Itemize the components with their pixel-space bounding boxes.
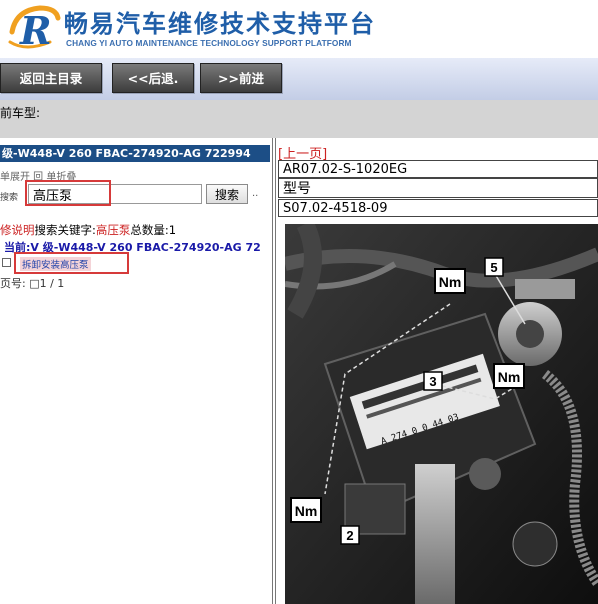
svg-text:Nm: Nm [439,274,462,290]
result-prefix: 修说明 [0,223,35,237]
site-subtitle: CHANG YI AUTO MAINTENANCE TECHNOLOGY SUP… [66,38,352,48]
result-keyword-label: 搜索关键字: [34,223,96,237]
home-button[interactable]: 返回主目录 [0,63,102,93]
result-count-label: 总数量: [130,223,169,237]
page-info: 页号: □1 / 1 [0,277,65,290]
svg-text:5: 5 [490,260,497,275]
logo-letter: R [19,8,52,53]
logo-icon: R [8,5,61,53]
model-label: 型号 [278,178,598,198]
search-button[interactable]: 搜索 [206,184,248,204]
search-label: 搜索 [0,193,19,203]
forward-button[interactable]: >>前进 [200,63,282,93]
svg-text:2: 2 [346,528,353,543]
back-button[interactable]: <<后退. [112,63,194,93]
callout-2: 2 [340,525,360,545]
site-title: 畅易汽车维修技术支持平台 [64,10,376,38]
result-highlight-box [14,252,129,274]
model-header: 级-W448-V 260 FBAC-274920-AG 722994 [0,145,270,162]
search-result-summary: 修说明搜索关键字:高压泵总数量:1 [0,222,176,238]
callout-5: 5 [484,257,504,277]
engine-diagram-drawing: A 274 0 0 44 03 Nm Nm Nm 5 3 2 [285,224,598,604]
result-checkbox[interactable] [2,258,11,267]
nav-bar: 返回主目录 <<后退. >>前进 [0,58,598,100]
svg-text:Nm: Nm [295,503,318,519]
doc-code: S07.02-4518-09 [278,199,598,217]
svg-text:3: 3 [429,374,436,389]
result-keyword: 高压泵 [95,223,131,237]
svg-text:Nm: Nm [498,369,521,385]
torque-label-2: Nm [493,363,525,389]
ref-code: AR07.02-S-1020EG [278,160,598,178]
left-panel: 级-W448-V 260 FBAC-274920-AG 722994 单展开 回… [0,138,272,604]
search-extra: .. [252,188,259,199]
torque-label-1: Nm [434,268,466,294]
search-highlight-box [25,180,111,206]
result-count: 1 [168,223,177,237]
vehicle-label: 前车型: [0,106,41,120]
right-panel: [上一页] AR07.02-S-1020EG 型号 S07.02-4518-09 [276,138,598,604]
site-header: R 畅易汽车维修技术支持平台 CHANG YI AUTO MAINTENANCE… [0,0,598,58]
vehicle-bar: 前车型: [0,100,598,138]
callout-3: 3 [423,371,443,391]
torque-label-3: Nm [290,497,322,523]
engine-diagram: A 274 0 0 44 03 Nm Nm Nm 5 3 2 [285,224,598,604]
